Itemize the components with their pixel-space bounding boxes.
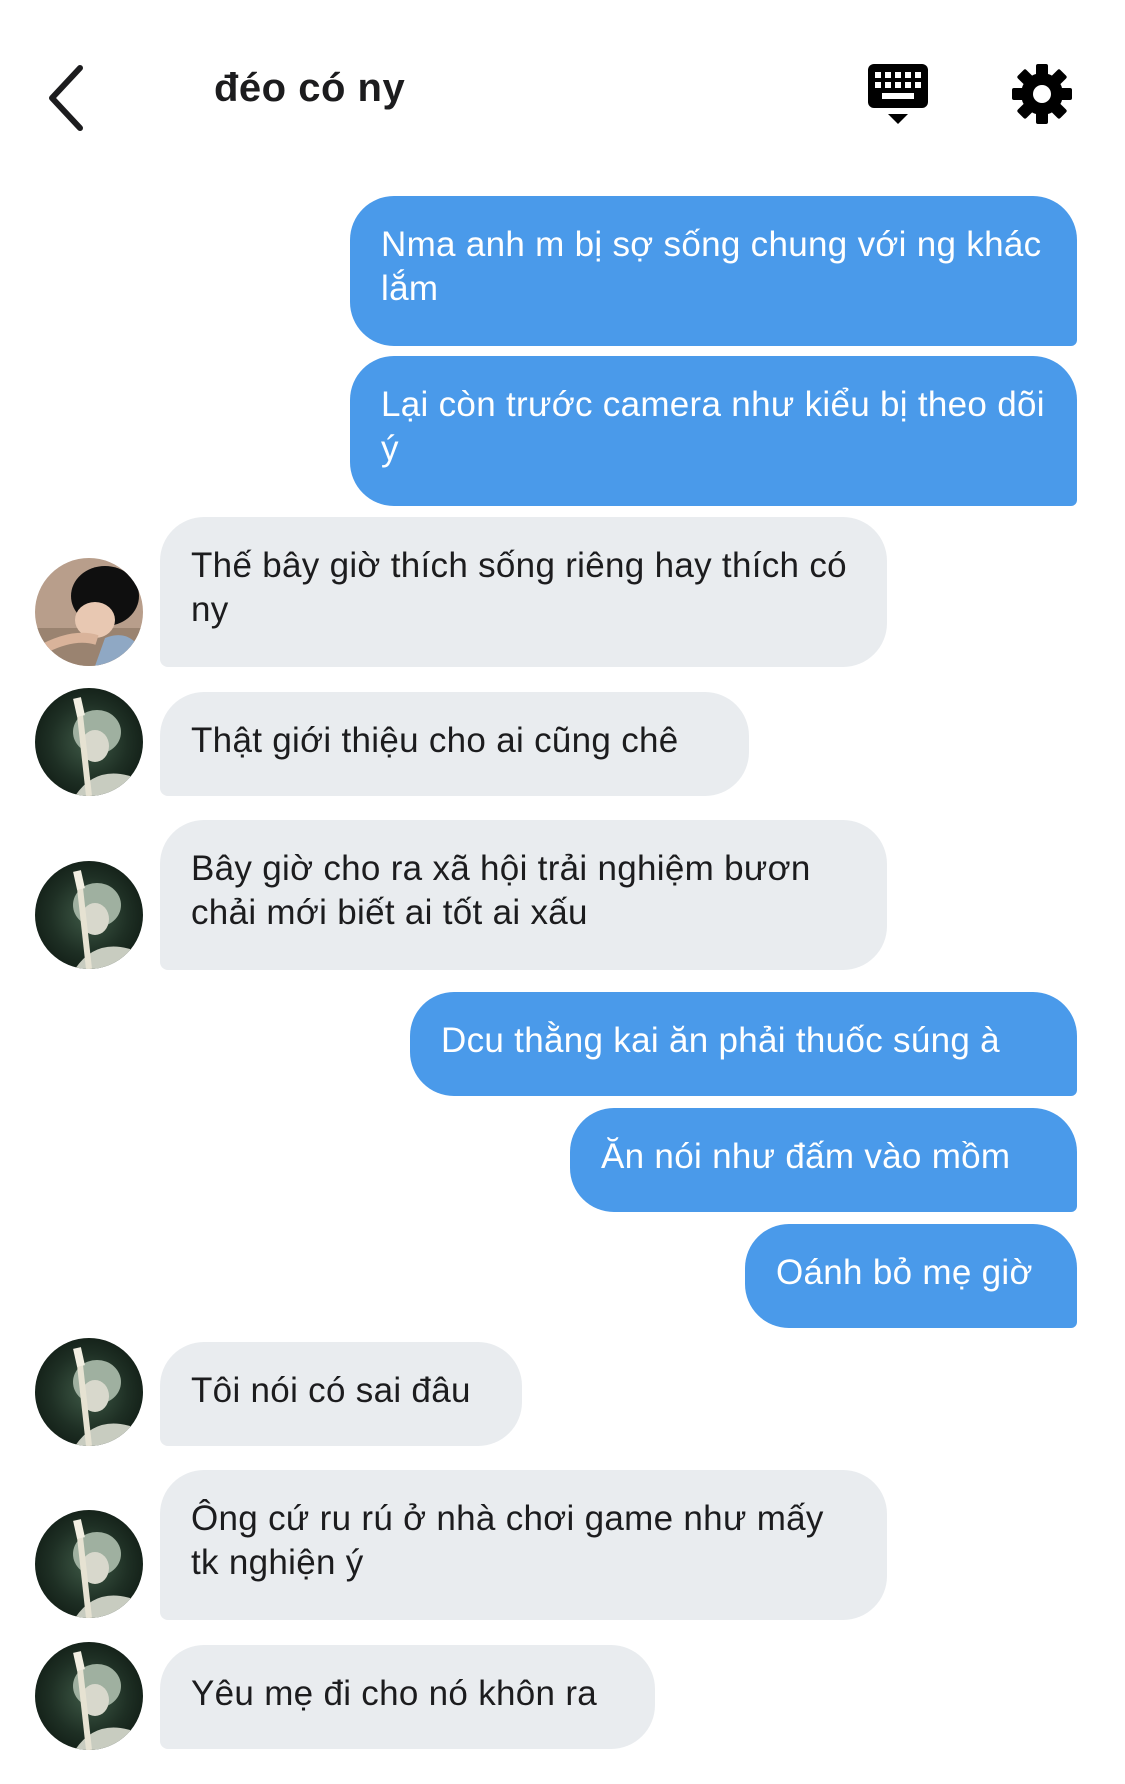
message-bubble-incoming[interactable]: Yêu mẹ đi cho nó khôn ra xyxy=(160,1645,655,1749)
chevron-left-icon xyxy=(49,65,83,131)
message-bubble-outgoing[interactable]: Lại còn trước camera như kiểu bị theo dõ… xyxy=(350,356,1077,506)
message-bubble-incoming[interactable]: Thế bây giờ thích sống riêng hay thích c… xyxy=(160,517,887,667)
avatar-boy-photo[interactable] xyxy=(35,558,143,666)
gear-icon xyxy=(1012,64,1072,124)
avatar-guitar-artwork[interactable] xyxy=(35,1338,143,1446)
settings-button[interactable] xyxy=(1010,62,1074,126)
avatar-guitar-artwork[interactable] xyxy=(35,688,143,796)
avatar-guitar-artwork[interactable] xyxy=(35,1510,143,1618)
back-button[interactable] xyxy=(40,60,100,136)
message-bubble-outgoing[interactable]: Oánh bỏ mẹ giờ xyxy=(745,1224,1077,1328)
message-bubble-incoming[interactable]: Ông cứ ru rú ở nhà chơi game như mấy tk … xyxy=(160,1470,887,1620)
message-bubble-outgoing[interactable]: Ăn nói như đấm vào mồm xyxy=(570,1108,1077,1212)
message-bubble-outgoing[interactable]: Dcu thằng kai ăn phải thuốc súng à xyxy=(410,992,1077,1096)
message-bubble-outgoing[interactable]: Nma anh m bị sợ sống chung với ng khác l… xyxy=(350,196,1077,346)
avatar-guitar-artwork[interactable] xyxy=(35,861,143,969)
avatar-guitar-artwork[interactable] xyxy=(35,1642,143,1750)
keyboard-button[interactable] xyxy=(866,62,930,130)
keyboard-icon xyxy=(868,64,928,124)
message-bubble-incoming[interactable]: Bây giờ cho ra xã hội trải nghiệm bươn c… xyxy=(160,820,887,970)
conversation-header: đéo có ny xyxy=(0,0,1125,190)
chat-title: đéo có ny xyxy=(214,66,406,110)
message-bubble-incoming[interactable]: Thật giới thiệu cho ai cũng chê xyxy=(160,692,749,796)
message-bubble-incoming[interactable]: Tôi nói có sai đâu xyxy=(160,1342,522,1446)
